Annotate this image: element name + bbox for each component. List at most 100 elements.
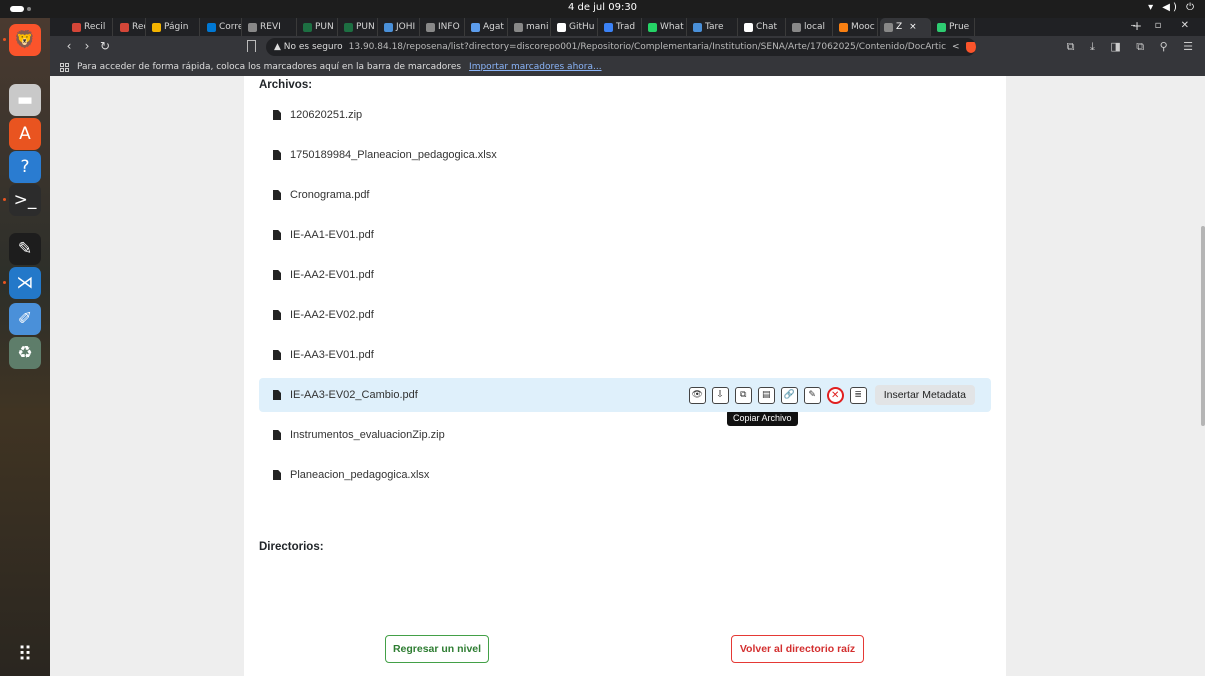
- show-applications-icon[interactable]: ⠿: [9, 638, 41, 670]
- dock-app-center-icon[interactable]: A: [9, 118, 41, 150]
- back-button[interactable]: ‹: [62, 39, 76, 53]
- file-row[interactable]: IE-AA2-EV02.pdf: [259, 298, 991, 332]
- file-name[interactable]: IE-AA2-EV02.pdf: [290, 309, 374, 321]
- dock-files-icon[interactable]: ▬: [9, 84, 41, 116]
- view-icon[interactable]: 👁: [688, 386, 706, 404]
- browser-tab[interactable]: Recil: [68, 18, 113, 36]
- url-text[interactable]: 13.90.84.18/reposena/list?directory=disc…: [349, 42, 946, 52]
- clipboard-icon[interactable]: ▤: [757, 386, 775, 404]
- apps-grid-icon[interactable]: [60, 62, 69, 72]
- reload-button[interactable]: ↻: [98, 39, 112, 53]
- dock-brave-browser-icon[interactable]: 🦁: [9, 24, 41, 56]
- file-row[interactable]: 120620251.zip: [259, 98, 991, 132]
- file-icon: [273, 430, 281, 440]
- file-name[interactable]: Planeacion_pedagogica.xlsx: [290, 469, 429, 481]
- tab-favicon-icon: [248, 22, 257, 32]
- share-icon[interactable]: <: [952, 42, 960, 52]
- browser-tab[interactable]: REVI: [244, 18, 297, 36]
- delete-icon[interactable]: ✕: [826, 386, 844, 404]
- window-controls[interactable]: – ▫ ✕: [1130, 20, 1197, 31]
- file-row[interactable]: Cronograma.pdf: [259, 178, 991, 212]
- file-row[interactable]: IE-AA2-EV01.pdf: [259, 258, 991, 292]
- file-name[interactable]: Cronograma.pdf: [290, 189, 370, 201]
- dock-terminal-icon[interactable]: >_: [9, 184, 41, 216]
- system-clock[interactable]: 4 de jul 09:30: [0, 2, 1205, 13]
- dock-help-icon[interactable]: ?: [9, 151, 41, 183]
- tab-label: Trad: [616, 22, 636, 32]
- file-list-card: Archivos: Directorios: Regresar un nivel…: [244, 76, 1006, 676]
- link-icon[interactable]: 🔗: [780, 386, 798, 404]
- browser-tab[interactable]: Corre: [203, 18, 242, 36]
- file-name[interactable]: IE-AA1-EV01.pdf: [290, 229, 374, 241]
- tab-favicon-icon: [884, 22, 893, 32]
- tab-label: Corre: [219, 22, 242, 32]
- edit-icon[interactable]: ✎: [803, 386, 821, 404]
- tab-label: INFO: [438, 22, 460, 32]
- file-row[interactable]: Instrumentos_evaluacionZip.zip: [259, 418, 991, 452]
- file-icon: [273, 310, 281, 320]
- file-name[interactable]: 120620251.zip: [290, 109, 362, 121]
- file-row[interactable]: 1750189984_Planeacion_pedagogica.xlsx: [259, 138, 991, 172]
- browser-tab[interactable]: Prue: [933, 18, 975, 36]
- browser-tab[interactable]: local: [788, 18, 833, 36]
- browser-tab[interactable]: Recil: [116, 18, 146, 36]
- security-warning[interactable]: ▲ No es seguro: [274, 42, 343, 52]
- system-tray[interactable]: ▾ ◀) ⏻: [1148, 2, 1197, 13]
- tab-label: PUN: [315, 22, 334, 32]
- files-section-title: Archivos:: [259, 79, 313, 91]
- browser-tab[interactable]: PUN: [299, 18, 338, 36]
- insert-metadata-button[interactable]: Insertar Metadata: [874, 385, 975, 405]
- dock-trash-icon[interactable]: ♻: [9, 337, 41, 369]
- dock-vscode-icon[interactable]: ⋊: [9, 267, 41, 299]
- dock: 🦁 ▬ A? >_ ✎ ⋊ ✐ ♻ ⠿: [0, 18, 50, 676]
- file-name[interactable]: IE-AA2-EV01.pdf: [290, 269, 374, 281]
- forward-button[interactable]: ›: [80, 39, 94, 53]
- metadata-icon[interactable]: ≣: [849, 386, 867, 404]
- file-name[interactable]: Instrumentos_evaluacionZip.zip: [290, 429, 445, 441]
- browser-tab[interactable]: Mooc: [835, 18, 878, 36]
- dock-text-editor-icon[interactable]: ✐: [9, 303, 41, 335]
- browser-tab[interactable]: INFO: [422, 18, 465, 36]
- address-bar[interactable]: ▲ No es seguro 13.90.84.18/reposena/list…: [266, 38, 976, 56]
- tab-favicon-icon: [384, 22, 393, 32]
- browser-tab[interactable]: Agat: [467, 18, 508, 36]
- tab-favicon-icon: [514, 22, 523, 32]
- file-row[interactable]: IE-AA3-EV02_Cambio.pdf 👁 ⇩ ⧉ ▤ 🔗 ✎ ✕ ≣ Insertar M…: [259, 378, 991, 412]
- browser-tab[interactable]: Chat: [740, 18, 786, 36]
- back-one-level-button[interactable]: Regresar un nivel: [385, 635, 489, 663]
- browser-tab[interactable]: Trad: [600, 18, 642, 36]
- file-row[interactable]: IE-AA3-EV01.pdf: [259, 338, 991, 372]
- import-bookmarks-link[interactable]: Importar marcadores ahora...: [469, 62, 602, 72]
- browser-tab[interactable]: Z ×: [880, 18, 931, 36]
- file-icon: [273, 350, 281, 360]
- root-directory-button[interactable]: Volver al directorio raíz: [731, 635, 864, 663]
- browser-tab[interactable]: Tare: [689, 18, 738, 36]
- close-tab-icon[interactable]: ×: [909, 22, 917, 32]
- download-icon[interactable]: ⇩: [711, 386, 729, 404]
- dock-inkscape-icon[interactable]: ✎: [9, 233, 41, 265]
- file-icon: [273, 150, 281, 160]
- page-scrollbar[interactable]: [1201, 226, 1205, 426]
- dock-running-indicator: [3, 38, 6, 41]
- file-row[interactable]: Planeacion_pedagogica.xlsx: [259, 458, 991, 492]
- tab-label: Tare: [705, 22, 724, 32]
- tab-favicon-icon: [426, 22, 435, 32]
- tab-label: Págin: [164, 22, 189, 32]
- browser-tab[interactable]: GitHu: [553, 18, 598, 36]
- brave-shield-icon[interactable]: [965, 41, 976, 53]
- file-name[interactable]: IE-AA3-EV02_Cambio.pdf: [290, 389, 418, 401]
- browser-tab[interactable]: Págin: [148, 18, 200, 36]
- browser-tab[interactable]: PUN: [340, 18, 378, 36]
- bookmark-icon[interactable]: [247, 40, 256, 52]
- toolbar-extensions[interactable]: ⧉ ⤓ ◨ ⧉ ⚲ ☰: [1067, 40, 1199, 54]
- file-name[interactable]: 1750189984_Planeacion_pedagogica.xlsx: [290, 149, 497, 161]
- browser-window: + – ▫ ✕ RecilRecilPáginCorreREVIPUNPUNJO…: [50, 18, 1205, 676]
- file-name[interactable]: IE-AA3-EV01.pdf: [290, 349, 374, 361]
- copy-file-icon[interactable]: ⧉: [734, 386, 752, 404]
- browser-tab[interactable]: mani: [510, 18, 551, 36]
- file-icon: [273, 390, 281, 400]
- browser-tab[interactable]: JOHI: [380, 18, 420, 36]
- file-row[interactable]: IE-AA1-EV01.pdf: [259, 218, 991, 252]
- browser-tab[interactable]: What: [644, 18, 687, 36]
- tab-favicon-icon: [207, 22, 216, 32]
